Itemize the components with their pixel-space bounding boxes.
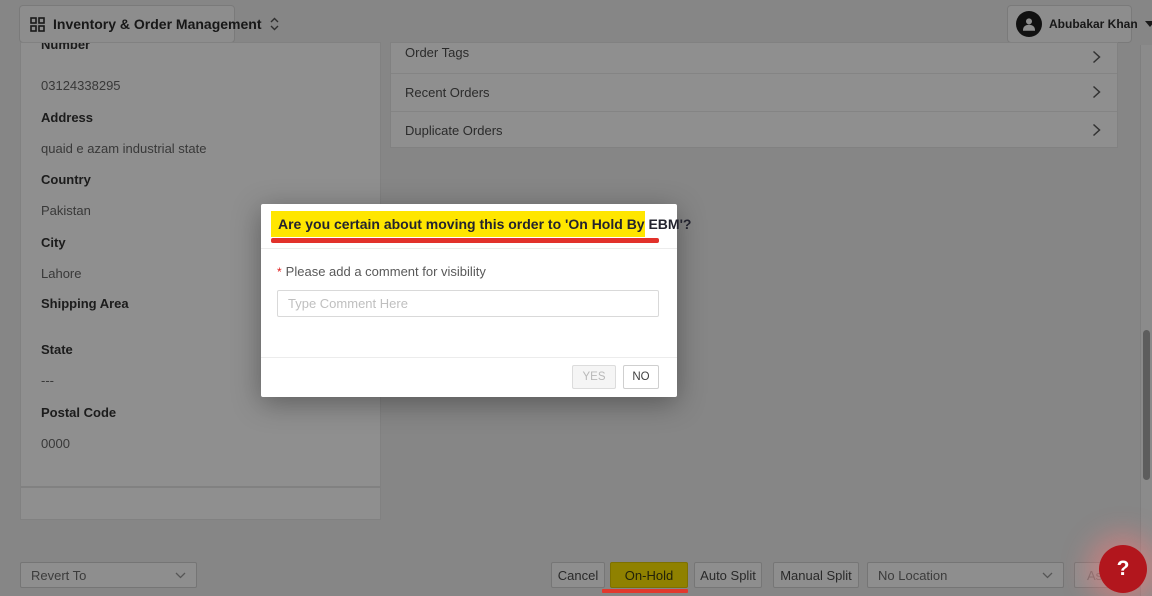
- dialog-header-divider: [261, 248, 677, 249]
- yes-button[interactable]: YES: [572, 365, 616, 389]
- dialog-title-annotation-underline: [271, 238, 659, 243]
- dialog-title-highlight: Are you certain about moving this order …: [271, 211, 645, 237]
- comment-input[interactable]: [277, 290, 659, 317]
- no-button[interactable]: NO: [623, 365, 659, 389]
- dialog-title: Are you certain about moving this order …: [278, 216, 691, 232]
- question-mark-icon: ?: [1117, 557, 1130, 581]
- help-button[interactable]: ?: [1099, 545, 1147, 593]
- confirmation-dialog: Are you certain about moving this order …: [261, 204, 677, 397]
- comment-required-label: *Please add a comment for visibility: [277, 264, 486, 279]
- dialog-footer-divider: [261, 357, 677, 358]
- on-hold-annotation-underline: [602, 589, 688, 593]
- required-asterisk: *: [277, 265, 282, 279]
